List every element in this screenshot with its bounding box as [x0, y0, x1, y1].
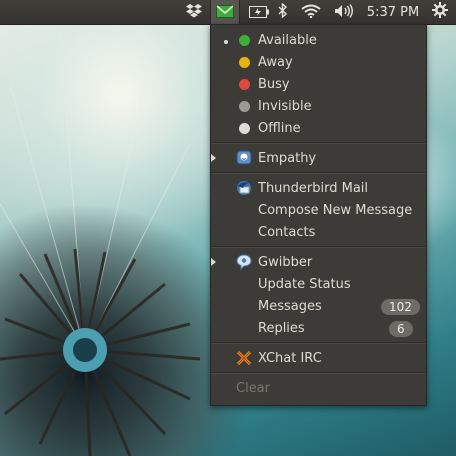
separator	[212, 246, 425, 248]
away-status-icon	[239, 57, 250, 68]
gear-icon	[432, 2, 448, 22]
sound-indicator[interactable]	[330, 0, 358, 24]
thunderbird-icon	[236, 180, 252, 196]
status-invisible[interactable]: Invisible	[211, 96, 426, 118]
empathy-icon	[236, 150, 252, 166]
status-label: Away	[258, 55, 293, 70]
messages-count-badge: 102	[381, 299, 420, 315]
dropbox-icon	[186, 3, 202, 22]
status-away[interactable]: Away	[211, 52, 426, 74]
status-label: Available	[258, 33, 317, 48]
status-offline[interactable]: Offline	[211, 118, 426, 140]
running-app-arrow-icon	[211, 154, 216, 162]
thunderbird-label: Thunderbird Mail	[258, 181, 369, 196]
status-busy[interactable]: Busy	[211, 74, 426, 96]
xchat-icon	[236, 350, 252, 366]
separator	[212, 372, 425, 374]
gwibber-item[interactable]: Gwibber	[211, 252, 426, 274]
running-app-arrow-icon	[211, 258, 216, 266]
status-label: Invisible	[258, 99, 312, 114]
replies-count-badge: 6	[389, 321, 413, 337]
replies-item[interactable]: Replies 6	[211, 318, 426, 340]
separator	[212, 342, 425, 344]
mail-icon	[216, 3, 234, 22]
selected-bullet-icon	[224, 40, 228, 44]
volume-icon	[334, 3, 354, 22]
available-status-icon	[239, 35, 250, 46]
clear-item: Clear	[211, 378, 426, 400]
wifi-icon	[301, 3, 321, 22]
gwibber-label: Gwibber	[258, 255, 313, 270]
bluetooth-indicator[interactable]	[274, 0, 292, 24]
update-status-item[interactable]: Update Status	[211, 274, 426, 296]
battery-icon	[249, 3, 269, 22]
gwibber-icon	[236, 254, 252, 271]
separator	[212, 142, 425, 144]
messaging-indicator[interactable]	[210, 0, 240, 24]
replies-label: Replies	[258, 321, 305, 336]
xchat-label: XChat IRC	[258, 351, 322, 366]
messaging-menu: Available Away Busy Invisible Offline Em…	[210, 24, 427, 406]
contacts-label: Contacts	[258, 225, 316, 240]
battery-indicator[interactable]	[246, 0, 272, 24]
clear-label: Clear	[236, 381, 270, 396]
messages-label: Messages	[258, 299, 322, 314]
status-label: Offline	[258, 121, 301, 136]
network-indicator[interactable]	[296, 0, 326, 24]
separator	[212, 172, 425, 174]
xchat-item[interactable]: XChat IRC	[211, 348, 426, 370]
clock[interactable]: 5:37 PM	[362, 0, 424, 24]
dropbox-indicator[interactable]	[183, 0, 205, 24]
status-available[interactable]: Available	[211, 30, 426, 52]
update-status-label: Update Status	[258, 277, 351, 292]
empathy-label: Empathy	[258, 151, 317, 166]
bluetooth-icon	[278, 1, 288, 22]
messages-item[interactable]: Messages 102	[211, 296, 426, 318]
invisible-status-icon	[239, 101, 250, 112]
status-label: Busy	[258, 77, 290, 92]
thunderbird-item[interactable]: Thunderbird Mail	[211, 178, 426, 200]
contacts-item[interactable]: Contacts	[211, 222, 426, 244]
offline-status-icon	[239, 123, 250, 134]
compose-label: Compose New Message	[258, 203, 413, 218]
empathy-item[interactable]: Empathy	[211, 148, 426, 170]
compose-new-message-item[interactable]: Compose New Message	[211, 200, 426, 222]
busy-status-icon	[239, 79, 250, 90]
session-indicator[interactable]	[428, 0, 452, 24]
top-panel: 5:37 PM	[0, 0, 456, 25]
